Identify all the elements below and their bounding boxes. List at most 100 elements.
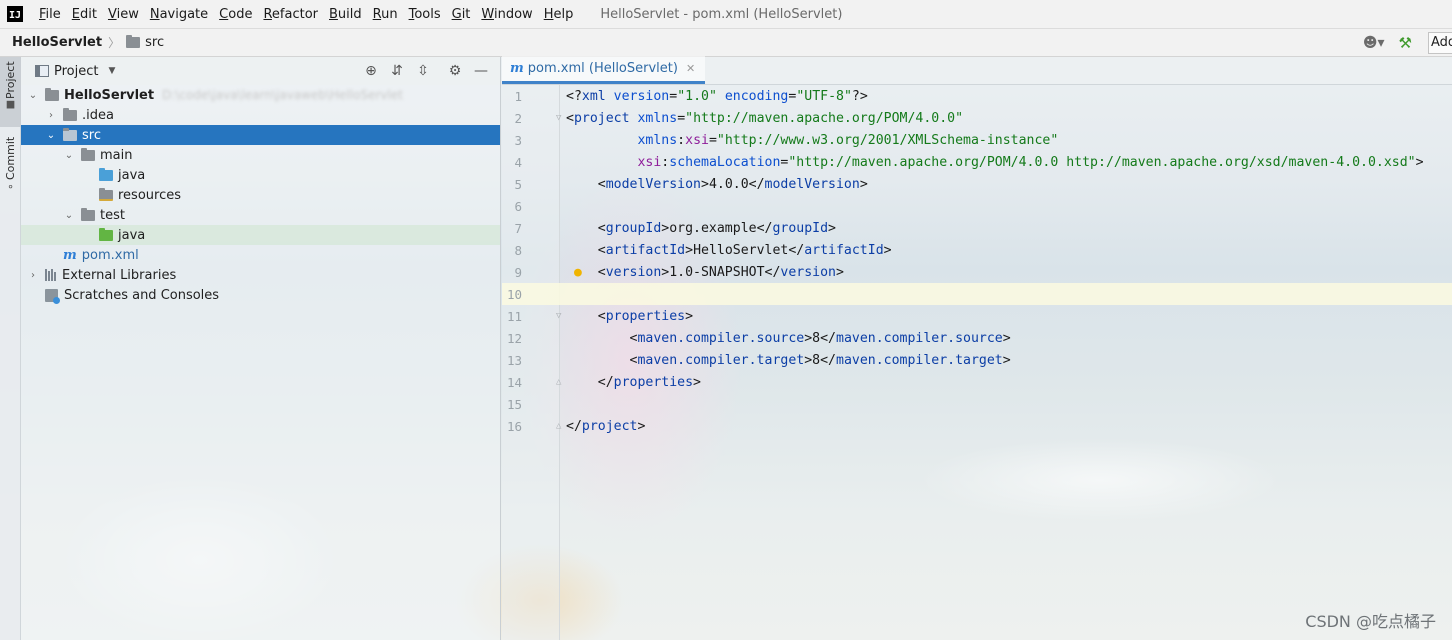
- build-hammer-icon[interactable]: ⚒: [1399, 34, 1412, 52]
- tab-label: pom.xml (HelloServlet): [527, 61, 678, 76]
- tree-label: java: [118, 167, 146, 183]
- code-line[interactable]: 6: [502, 195, 1452, 217]
- chevron-down-icon[interactable]: ▼: [108, 66, 115, 76]
- line-number: 3: [514, 132, 522, 148]
- line-number: 1: [514, 88, 522, 104]
- fold-marker-icon[interactable]: ▽: [556, 113, 561, 123]
- collapse-all-icon[interactable]: ⇳: [410, 63, 436, 79]
- user-dropdown-icon[interactable]: ☻▾: [1363, 35, 1385, 51]
- project-panel-title[interactable]: Project: [54, 64, 98, 79]
- chevron-down-icon[interactable]: ⌄: [63, 210, 75, 221]
- tree-item-pom[interactable]: m pom.xml: [21, 245, 500, 265]
- menu-run[interactable]: Run: [368, 7, 404, 22]
- line-number: 9: [514, 264, 522, 280]
- code-line[interactable]: 1 <?xml version="1.0" encoding="UTF-8"?>: [502, 85, 1452, 107]
- hide-panel-icon[interactable]: —: [468, 63, 494, 79]
- breadcrumb-project[interactable]: HelloServlet: [12, 35, 102, 50]
- tree-item-test-java[interactable]: java: [21, 225, 500, 245]
- chevron-right-icon[interactable]: ›: [45, 110, 57, 121]
- tree-item-test[interactable]: ⌄ test: [21, 205, 500, 225]
- module-path-blurred: D:\code\java\learn\javaweb\HelloServlet: [162, 88, 403, 102]
- code-line[interactable]: 16 △ </project>: [502, 415, 1452, 437]
- tree-item-scratches[interactable]: Scratches and Consoles: [21, 285, 500, 305]
- add-configuration-button[interactable]: Add: [1428, 32, 1452, 54]
- intellij-logo-icon[interactable]: IJ: [7, 6, 23, 22]
- commit-tool-button[interactable]: ⚬ Commit: [0, 133, 21, 199]
- menu-build[interactable]: Build: [324, 7, 368, 22]
- code-line[interactable]: 12 <maven.compiler.source>8</maven.compi…: [502, 327, 1452, 349]
- maven-file-icon: m: [63, 247, 77, 263]
- menu-view[interactable]: View: [103, 7, 145, 22]
- menu-tools[interactable]: Tools: [404, 7, 447, 22]
- chevron-right-icon[interactable]: ›: [27, 270, 39, 281]
- menu-file[interactable]: File: [34, 7, 67, 22]
- code-text: xmlns:xsi="http://www.w3.org/2001/XMLSch…: [637, 132, 1059, 148]
- project-tool-button[interactable]: ■ Project: [0, 57, 21, 127]
- window-title: HelloServlet - pom.xml (HelloServlet): [600, 6, 843, 22]
- code-line-current[interactable]: 10: [502, 283, 1452, 305]
- navigation-bar: HelloServlet 〉 src ☻▾ ⚒ Add: [0, 29, 1452, 57]
- menu-git[interactable]: Git: [447, 7, 477, 22]
- commit-icon: ⚬: [5, 180, 16, 192]
- menu-code[interactable]: Code: [214, 7, 258, 22]
- tree-item-main-java[interactable]: java: [21, 165, 500, 185]
- code-line[interactable]: 5 <modelVersion>4.0.0</modelVersion>: [502, 173, 1452, 195]
- code-line[interactable]: 14 △ </properties>: [502, 371, 1452, 393]
- gear-icon[interactable]: ⚙: [442, 63, 468, 79]
- breadcrumb-src[interactable]: src: [145, 35, 164, 50]
- tree-label: pom.xml: [81, 247, 139, 263]
- tree-item-resources[interactable]: resources: [21, 185, 500, 205]
- tree-label: HelloServlet: [64, 87, 155, 103]
- code-text: <artifactId>HelloServlet</artifactId>: [566, 242, 892, 258]
- fold-marker-icon[interactable]: △: [556, 421, 561, 431]
- folder-icon: [63, 127, 77, 141]
- code-text: <project xmlns="http://maven.apache.org/…: [566, 110, 964, 126]
- close-icon[interactable]: ✕: [686, 62, 695, 75]
- code-area[interactable]: 1 <?xml version="1.0" encoding="UTF-8"?>…: [502, 85, 1452, 640]
- fold-marker-icon[interactable]: ▽: [556, 311, 561, 321]
- code-line[interactable]: 2 ▽ <project xmlns="http://maven.apache.…: [502, 107, 1452, 129]
- csdn-watermark: CSDN @吃点橘子: [1305, 612, 1436, 631]
- tree-label: Scratches and Consoles: [64, 287, 220, 303]
- chevron-down-icon[interactable]: ⌄: [63, 150, 75, 161]
- fold-marker-icon[interactable]: △: [556, 377, 561, 387]
- code-line[interactable]: 7 <groupId>org.example</groupId>: [502, 217, 1452, 239]
- code-text: <modelVersion>4.0.0</modelVersion>: [566, 176, 868, 192]
- commit-tool-label: Commit: [4, 137, 17, 181]
- chevron-down-icon[interactable]: ⌄: [27, 90, 39, 101]
- code-line[interactable]: 9 ● <version>1.0-SNAPSHOT</version>: [502, 261, 1452, 283]
- chevron-down-icon[interactable]: ⌄: [45, 130, 57, 141]
- tree-label: src: [82, 127, 101, 143]
- menu-edit[interactable]: Edit: [67, 7, 103, 22]
- code-text: <properties>: [566, 308, 694, 324]
- tab-pom-xml[interactable]: m pom.xml (HelloServlet) ✕: [502, 56, 706, 84]
- tree-item-helloservlet[interactable]: ⌄ HelloServlet D:\code\java\learn\javawe…: [21, 85, 500, 105]
- code-line[interactable]: 3 xmlns:xsi="http://www.w3.org/2001/XMLS…: [502, 129, 1452, 151]
- code-line[interactable]: 11 ▽ <properties>: [502, 305, 1452, 327]
- project-view-icon: [35, 65, 49, 77]
- tree-item-idea[interactable]: › .idea: [21, 105, 500, 125]
- code-line[interactable]: 4 xsi:schemaLocation="http://maven.apach…: [502, 151, 1452, 173]
- project-panel-header: Project ▼ ⊕ ⇵ ⇳ ⚙ —: [21, 57, 500, 85]
- code-line[interactable]: 13 <maven.compiler.target>8</maven.compi…: [502, 349, 1452, 371]
- select-opened-file-icon[interactable]: ⊕: [358, 63, 384, 79]
- code-lines: 1 <?xml version="1.0" encoding="UTF-8"?>…: [502, 85, 1452, 437]
- code-text: </project>: [566, 418, 646, 434]
- folder-icon: [81, 207, 95, 221]
- tree-item-external-libraries[interactable]: › External Libraries: [21, 265, 500, 285]
- tree-label: External Libraries: [62, 267, 177, 283]
- code-line[interactable]: 15: [502, 393, 1452, 415]
- code-text: <version>1.0-SNAPSHOT</version>: [566, 264, 844, 280]
- menu-refactor[interactable]: Refactor: [258, 7, 324, 22]
- editor-tab-bar: m pom.xml (HelloServlet) ✕: [502, 56, 1452, 85]
- expand-all-icon[interactable]: ⇵: [384, 63, 410, 79]
- tree-item-src[interactable]: ⌄ src: [21, 125, 500, 145]
- menu-navigate[interactable]: Navigate: [145, 7, 214, 22]
- code-line[interactable]: 8 <artifactId>HelloServlet</artifactId>: [502, 239, 1452, 261]
- tree-item-main[interactable]: ⌄ main: [21, 145, 500, 165]
- menu-window[interactable]: Window: [476, 7, 538, 22]
- menu-help[interactable]: Help: [539, 7, 580, 22]
- line-number: 6: [514, 198, 522, 214]
- line-number: 5: [514, 176, 522, 192]
- tree-label: .idea: [82, 107, 114, 123]
